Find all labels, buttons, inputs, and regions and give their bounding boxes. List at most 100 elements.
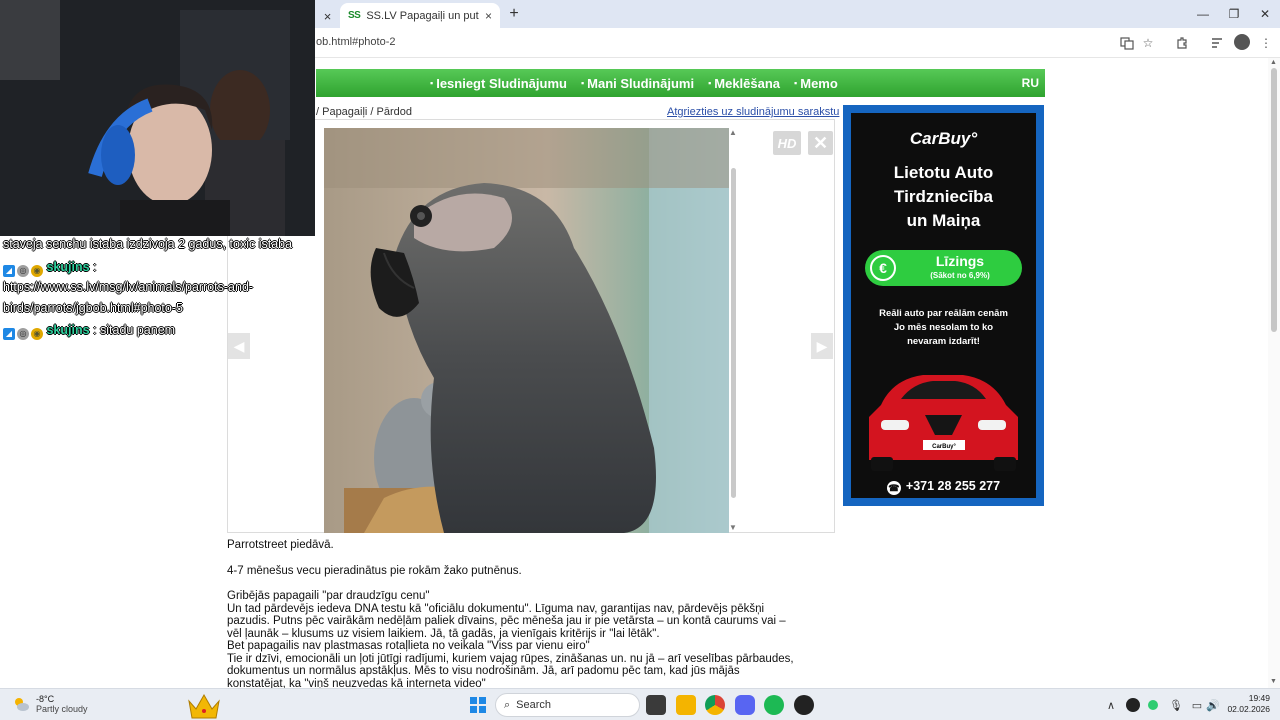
steam-icon[interactable] [1126, 698, 1140, 712]
tab-close-button[interactable]: × [485, 9, 492, 23]
crown-icon[interactable] [186, 689, 222, 720]
page-scroll-thumb[interactable] [1271, 68, 1277, 332]
carbuy-advertisement[interactable]: CarBuy° Lietotu Auto Tirdzniecība un Mai… [843, 105, 1044, 506]
ad-phone-text: +371 28 255 277 [905, 479, 1001, 493]
task-view-icon[interactable] [646, 695, 666, 715]
system-clock[interactable]: 19:49 02.02.2026 [1226, 693, 1270, 715]
minimize-button[interactable]: — [1188, 4, 1218, 24]
network-icon[interactable]: ▭ [1190, 698, 1204, 712]
gallery-scroll-thumb[interactable] [731, 168, 736, 498]
previous-tab-close-button[interactable]: × [315, 4, 340, 28]
discord-icon[interactable] [735, 695, 755, 715]
leasing-badge: € Līzings (Sākot no 6,9%) [865, 250, 1022, 286]
description-paragraph: 4-7 mēnešus vecu pieradinātus pie rokām … [227, 564, 522, 577]
nav-search[interactable]: Meklēšana [708, 76, 780, 91]
chat-username: skujins [46, 259, 90, 274]
microphone-icon[interactable]: 🎙 [1169, 698, 1183, 712]
bookmark-star-icon[interactable]: ☆ [1139, 34, 1157, 52]
scroll-up-icon[interactable]: ▲ [729, 128, 737, 137]
site-navbar: Iesniegt Sludinājumu Mani Sludinājumi Me… [316, 69, 1045, 97]
media-control-icon[interactable] [1208, 34, 1226, 52]
obs-icon[interactable] [794, 695, 814, 715]
clock-date: 02.02.2026 [1227, 704, 1270, 714]
windows-taskbar: -8°C Partly cloudy ⌕ Search ∧ 🎙 ▭ 🔊 19:4… [0, 688, 1280, 720]
profile-avatar[interactable] [1234, 34, 1250, 50]
back-to-list-link[interactable]: Atgriezties uz sludinājumu sarakstu [667, 106, 839, 118]
chat-badges: ◢ ◎ ◉ [3, 264, 43, 277]
badge-icon: ◎ [17, 328, 29, 340]
badge-icon: ◉ [31, 328, 43, 340]
weather-widget[interactable]: -8°C Partly cloudy [12, 694, 88, 714]
close-window-button[interactable]: ✕ [1250, 4, 1280, 24]
chat-message: staveja senchu istaba izdzivoja 2 gadus,… [3, 234, 303, 255]
parrot-photo[interactable] [324, 128, 729, 533]
description-line: vēl ļaunāk – klusums uz visiem laikiem. … [227, 627, 660, 640]
chat-message-text: sitadu panem [100, 323, 176, 337]
hd-button[interactable]: HD [773, 131, 801, 155]
nav-my-ads[interactable]: Mani Sludinājumi [581, 76, 694, 91]
breadcrumb[interactable]: / Papagaiļi / Pārdod [316, 106, 412, 118]
partly-cloudy-icon [15, 698, 29, 711]
translate-icon[interactable] [1118, 34, 1136, 52]
gallery-close-button[interactable]: ✕ [808, 131, 833, 155]
url-field[interactable]: ob.html#photo-2 [316, 36, 396, 48]
description-paragraph: Parrotstreet piedāvā. [227, 539, 334, 551]
page-scroll-up-icon[interactable]: ▲ [1270, 59, 1277, 66]
ss-favicon-icon: SS [348, 10, 361, 21]
car-plate: CarBuy° [932, 444, 956, 450]
browser-menu-icon[interactable]: ⋮ [1257, 34, 1275, 52]
status-indicator-icon[interactable] [1148, 700, 1158, 710]
badge-icon: ◢ [3, 328, 15, 340]
badge-icon: ◉ [31, 264, 43, 277]
scroll-down-icon[interactable]: ▼ [729, 523, 737, 532]
maximize-button[interactable]: ❐ [1219, 4, 1249, 24]
ad-phone-number[interactable]: ☎ +371 28 255 277 [851, 479, 1036, 495]
page-scrollbar[interactable]: ▲ ▼ [1268, 58, 1280, 688]
description-line: dokumentus un normālus apstākļus. Mēs to… [227, 665, 740, 677]
next-photo-button[interactable]: ▶ [811, 333, 833, 359]
nav-submit-ad[interactable]: Iesniegt Sludinājumu [430, 76, 567, 91]
file-explorer-icon[interactable] [676, 695, 696, 715]
chrome-icon[interactable] [705, 695, 725, 715]
description-paragraph: Gribējās papagaili "par draudzīgu cenu" … [227, 590, 839, 690]
chat-message: ◢ ◎ ◉ skujins : https://www.ss.lv/msg/lv… [3, 257, 303, 319]
photo-gallery: ▲ ▼ HD ✕ ◀ ▶ [227, 119, 835, 533]
chat-message: ◢ ◎ ◉ skujins : sitadu panem [3, 320, 303, 341]
chat-username: skujins [46, 323, 90, 337]
language-switch[interactable]: RU [1022, 76, 1039, 90]
nav-memo[interactable]: Memo [794, 76, 838, 91]
badge-icon: ◢ [3, 264, 15, 277]
tab-ss-lv[interactable]: SS SS.LV Papagaiļi un putni - Papagaiļi … [340, 3, 500, 28]
ad-headline: Lietotu Auto Tirdzniecība un Maiņa [851, 161, 1036, 233]
description-line: Un tad pārdevējs iedeva DNA testu kā "of… [227, 602, 765, 615]
ad-headline-line: un Maiņa [906, 211, 981, 230]
new-tab-button[interactable]: + [504, 4, 524, 24]
start-menu-icon[interactable] [468, 695, 488, 715]
chat-message-text: https://www.ss.lv/msg/lv/animals/parrots… [3, 280, 254, 315]
gallery-scrollbar[interactable]: ▲ ▼ [728, 128, 740, 533]
weather-temperature: -8°C [36, 694, 55, 704]
webcam-overlay [0, 0, 315, 236]
leasing-rate: (Sākot no 6,9%) [930, 271, 990, 280]
ad-headline-line: Lietotu Auto [893, 163, 994, 182]
chat-badges: ◢ ◎ ◉ [3, 328, 43, 340]
euro-icon: € [870, 255, 896, 281]
ad-description: Parrotstreet piedāvā. 4-7 mēnešus vecu p… [227, 539, 839, 690]
ad-slogan: Reāli auto par reālām cenām Jo mēs nesol… [879, 308, 1008, 347]
chat-separator: : [93, 323, 97, 337]
search-placeholder: Search [516, 699, 552, 711]
extensions-icon[interactable] [1173, 34, 1191, 52]
search-icon: ⌕ [504, 698, 511, 711]
taskbar-search[interactable]: ⌕ Search [495, 693, 640, 717]
page-scroll-down-icon[interactable]: ▼ [1270, 678, 1277, 685]
tray-chevron-icon[interactable]: ∧ [1104, 698, 1118, 712]
carbuy-logo: CarBuy° [909, 129, 978, 148]
volume-icon[interactable]: 🔊 [1206, 698, 1220, 712]
red-car-image: CarBuy° [869, 375, 1018, 471]
spotify-icon[interactable] [764, 695, 784, 715]
stream-chat: staveja senchu istaba izdzivoja 2 gadus,… [3, 234, 303, 343]
chat-message-text: staveja senchu istaba izdzivoja 2 gadus,… [3, 237, 293, 251]
description-line: Bet papagailis nav plastmasas rotaļlieta… [227, 640, 590, 652]
weather-condition: Partly cloudy [36, 704, 88, 714]
description-line: Gribējās papagaili "par draudzīgu cenu" [227, 590, 430, 602]
